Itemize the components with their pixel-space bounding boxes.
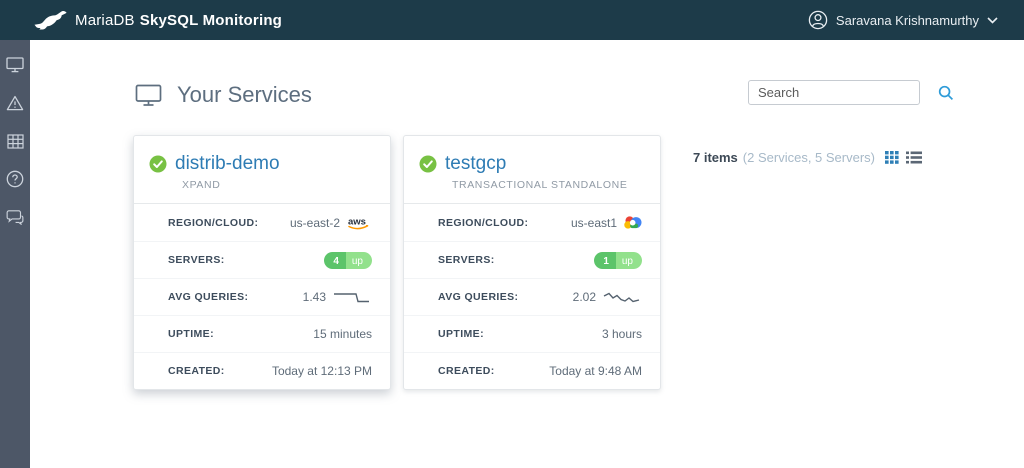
brand: MariaDB SkySQL Monitoring bbox=[34, 9, 282, 31]
service-name-link[interactable]: testgcp bbox=[445, 153, 506, 175]
top-bar: MariaDB SkySQL Monitoring Saravana Krish… bbox=[0, 0, 1024, 40]
service-card-testgcp[interactable]: testgcp TRANSACTIONAL STANDALONE REGION/… bbox=[403, 135, 661, 390]
created-row: CREATED: Today at 9:48 AM bbox=[404, 352, 660, 389]
servers-label: SERVERS: bbox=[438, 254, 495, 266]
sidebar-item-data grid-table-icon[interactable] bbox=[6, 132, 24, 150]
user-menu[interactable]: Saravana Krishnamurthy bbox=[808, 10, 998, 30]
servers-status-badge: 4 up bbox=[324, 252, 372, 269]
skysql-monitoring-app: MariaDB SkySQL Monitoring Saravana Krish… bbox=[0, 0, 1024, 468]
aws-logo-icon: aws bbox=[346, 215, 372, 231]
page-title: Your Services bbox=[177, 82, 312, 108]
grid-view-icon[interactable] bbox=[885, 151, 899, 164]
queries-sparkline-icon bbox=[332, 290, 372, 305]
avg-queries-value: 1.43 bbox=[303, 290, 326, 304]
servers-status-badge: 1 up bbox=[594, 252, 642, 269]
avg-queries-label: AVG QUERIES: bbox=[438, 291, 518, 303]
created-label: CREATED: bbox=[168, 365, 225, 377]
card-header: testgcp TRANSACTIONAL STANDALONE bbox=[404, 136, 660, 204]
servers-status: up bbox=[346, 252, 372, 269]
search-box bbox=[748, 80, 920, 105]
items-breakdown: (2 Services, 5 Servers) bbox=[743, 150, 875, 165]
svg-text:aws: aws bbox=[348, 216, 366, 227]
service-cards: distrib-demo XPAND REGION/CLOUD: us-east… bbox=[133, 135, 661, 390]
servers-label: SERVERS: bbox=[168, 254, 225, 266]
servers-row: SERVERS: 4 up bbox=[134, 241, 390, 278]
chevron-down-icon bbox=[987, 17, 998, 24]
servers-row: SERVERS: 1 up bbox=[404, 241, 660, 278]
status-ok-icon bbox=[149, 155, 167, 173]
sidebar-item-services monitor-icon[interactable] bbox=[6, 56, 24, 74]
items-summary-row: 7 items (2 Services, 5 Servers) bbox=[670, 150, 922, 165]
created-label: CREATED: bbox=[438, 365, 495, 377]
region-value: us-east-2 bbox=[290, 216, 340, 230]
sidebar-item-help help-question-icon[interactable] bbox=[6, 170, 24, 188]
uptime-value: 15 minutes bbox=[313, 327, 372, 341]
created-value: Today at 12:13 PM bbox=[272, 364, 372, 378]
region-row: REGION/CLOUD: us-east-2 aws bbox=[134, 204, 390, 241]
view-toggle bbox=[885, 151, 922, 164]
servers-count: 1 bbox=[594, 252, 616, 269]
avg-queries-row: AVG QUERIES: 1.43 bbox=[134, 278, 390, 315]
region-value: us-east1 bbox=[571, 216, 617, 230]
service-name-link[interactable]: distrib-demo bbox=[175, 153, 280, 175]
user-name: Saravana Krishnamurthy bbox=[836, 13, 979, 28]
main-content: Your Services 7 items (2 Services, 5 Ser… bbox=[30, 40, 1024, 468]
items-count: 7 items bbox=[693, 150, 738, 165]
avg-queries-label: AVG QUERIES: bbox=[168, 291, 248, 303]
uptime-label: UPTIME: bbox=[438, 328, 484, 340]
sidebar-item-alerts warning-triangle-icon[interactable] bbox=[6, 94, 24, 112]
service-type: XPAND bbox=[182, 179, 374, 191]
uptime-label: UPTIME: bbox=[168, 328, 214, 340]
region-label: REGION/CLOUD: bbox=[438, 217, 528, 229]
status-ok-icon bbox=[419, 155, 437, 173]
avg-queries-value: 2.02 bbox=[573, 290, 596, 304]
left-sidebar bbox=[0, 40, 30, 468]
region-label: REGION/CLOUD: bbox=[168, 217, 258, 229]
uptime-row: UPTIME: 15 minutes bbox=[134, 315, 390, 352]
queries-sparkline-icon bbox=[602, 290, 642, 305]
uptime-row: UPTIME: 3 hours bbox=[404, 315, 660, 352]
search-icon[interactable] bbox=[938, 81, 954, 104]
search-input[interactable] bbox=[749, 85, 938, 100]
gcp-logo-icon bbox=[623, 215, 642, 230]
avg-queries-row: AVG QUERIES: 2.02 bbox=[404, 278, 660, 315]
service-card-distrib-demo[interactable]: distrib-demo XPAND REGION/CLOUD: us-east… bbox=[133, 135, 391, 390]
created-row: CREATED: Today at 12:13 PM bbox=[134, 352, 390, 389]
brand-name: MariaDB bbox=[75, 12, 135, 29]
list-view-icon[interactable] bbox=[906, 151, 922, 164]
mariadb-seal-logo-icon bbox=[34, 9, 68, 31]
created-value: Today at 9:48 AM bbox=[549, 364, 642, 378]
servers-count: 4 bbox=[324, 252, 346, 269]
uptime-value: 3 hours bbox=[602, 327, 642, 341]
page-heading: Your Services bbox=[135, 82, 312, 108]
sidebar-item-feedback chat-feedback-icon[interactable] bbox=[6, 208, 24, 226]
card-header: distrib-demo XPAND bbox=[134, 136, 390, 204]
user-avatar-icon bbox=[808, 10, 828, 30]
service-type: TRANSACTIONAL STANDALONE bbox=[452, 179, 644, 191]
region-row: REGION/CLOUD: us-east1 bbox=[404, 204, 660, 241]
servers-status: up bbox=[616, 252, 642, 269]
product-name: SkySQL Monitoring bbox=[140, 12, 282, 29]
services-monitor-icon bbox=[135, 84, 162, 107]
